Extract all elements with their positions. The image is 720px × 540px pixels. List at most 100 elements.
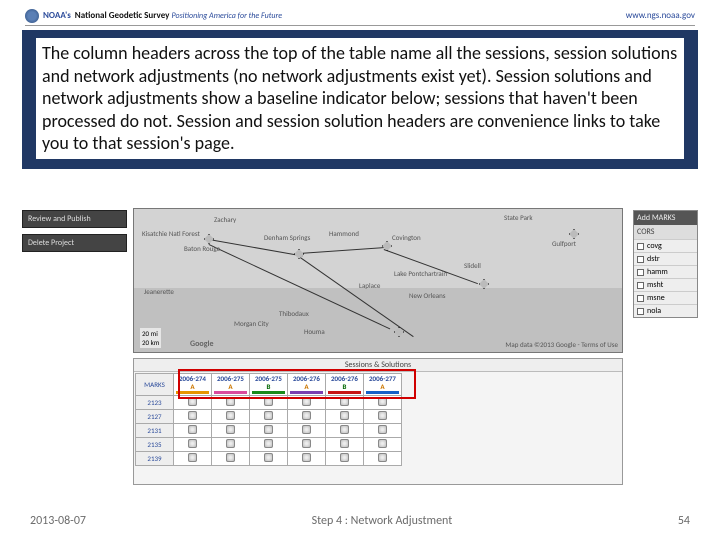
- session-cell[interactable]: [326, 452, 364, 466]
- processing-icon: [302, 397, 311, 406]
- session-cell[interactable]: [326, 438, 364, 452]
- checkbox-icon[interactable]: [637, 269, 644, 276]
- sessions-table: Sessions & Solutions MARKS2006-274A2006-…: [133, 358, 623, 485]
- cors-item[interactable]: covg: [634, 239, 697, 252]
- processing-icon: [226, 397, 235, 406]
- ngs-title: National Geodetic Survey Positioning Ame…: [75, 10, 282, 21]
- session-cell[interactable]: [250, 424, 288, 438]
- cors-item[interactable]: nola: [634, 304, 697, 317]
- processing-icon: [378, 439, 387, 448]
- session-cell[interactable]: [288, 410, 326, 424]
- processing-icon: [226, 453, 235, 462]
- add-marks-header[interactable]: Add MARKS: [634, 211, 697, 225]
- session-cell[interactable]: [212, 438, 250, 452]
- session-cell[interactable]: [326, 410, 364, 424]
- cors-item[interactable]: msne: [634, 291, 697, 304]
- map-scale: 20 mi 20 km: [140, 328, 161, 348]
- session-cell[interactable]: [212, 410, 250, 424]
- session-header[interactable]: 2006-276B: [326, 374, 364, 396]
- delete-project-button[interactable]: Delete Project: [22, 234, 127, 252]
- noaa-logo-icon: [25, 9, 39, 23]
- processing-icon: [226, 411, 235, 420]
- slide-footer: 2013-08-07 Step 4 : Network Adjustment 5…: [0, 514, 720, 528]
- cors-item[interactable]: dstr: [634, 252, 697, 265]
- session-cell[interactable]: [174, 452, 212, 466]
- footer-date: 2013-08-07: [30, 514, 86, 528]
- session-cell[interactable]: [326, 396, 364, 410]
- mark-id[interactable]: 2135: [136, 438, 174, 452]
- right-sidebar: Add MARKS CORS covgdstrhammmshtmsnenola: [633, 210, 698, 318]
- review-publish-button[interactable]: Review and Publish: [22, 210, 127, 228]
- processing-icon: [226, 425, 235, 434]
- checkbox-icon[interactable]: [637, 282, 644, 289]
- processing-icon: [226, 439, 235, 448]
- mark-id[interactable]: 2123: [136, 396, 174, 410]
- processing-icon: [264, 397, 273, 406]
- mark-id[interactable]: 2131: [136, 424, 174, 438]
- session-cell[interactable]: [364, 452, 402, 466]
- checkbox-icon[interactable]: [637, 295, 644, 302]
- marks-header: MARKS: [136, 374, 174, 396]
- processing-icon: [264, 439, 273, 448]
- session-cell[interactable]: [212, 424, 250, 438]
- session-header[interactable]: 2006-274A: [174, 374, 212, 396]
- checkbox-icon[interactable]: [637, 256, 644, 263]
- sessions-title: Sessions & Solutions: [134, 359, 622, 372]
- session-cell[interactable]: [364, 396, 402, 410]
- session-cell[interactable]: [326, 424, 364, 438]
- processing-icon: [340, 425, 349, 434]
- processing-icon: [264, 411, 273, 420]
- map-area[interactable]: Zachary Baton Rouge Denham Springs Hammo…: [133, 208, 623, 353]
- session-cell[interactable]: [364, 438, 402, 452]
- session-header[interactable]: 2006-276A: [288, 374, 326, 396]
- session-cell[interactable]: [174, 438, 212, 452]
- session-cell[interactable]: [212, 396, 250, 410]
- mark-id[interactable]: 2127: [136, 410, 174, 424]
- checkbox-icon[interactable]: [637, 308, 644, 315]
- session-cell[interactable]: [250, 438, 288, 452]
- processing-icon: [188, 411, 197, 420]
- processing-icon: [264, 453, 273, 462]
- session-header[interactable]: 2006-275B: [250, 374, 288, 396]
- session-cell[interactable]: [212, 452, 250, 466]
- session-cell[interactable]: [250, 452, 288, 466]
- session-cell[interactable]: [174, 424, 212, 438]
- session-cell[interactable]: [364, 410, 402, 424]
- processing-icon: [264, 425, 273, 434]
- session-header[interactable]: 2006-275A: [212, 374, 250, 396]
- session-cell[interactable]: [364, 424, 402, 438]
- footer-page: 54: [678, 514, 690, 528]
- processing-icon: [188, 397, 197, 406]
- footer-step: Step 4 : Network Adjustment: [312, 514, 453, 528]
- processing-icon: [302, 439, 311, 448]
- cors-item[interactable]: msht: [634, 278, 697, 291]
- callout-text: The column headers across the top of the…: [36, 38, 684, 159]
- session-cell[interactable]: [250, 410, 288, 424]
- processing-icon: [378, 425, 387, 434]
- header-url[interactable]: www.ngs.noaa.gov: [626, 10, 695, 21]
- session-cell[interactable]: [174, 410, 212, 424]
- processing-icon: [340, 411, 349, 420]
- processing-icon: [340, 397, 349, 406]
- processing-icon: [302, 425, 311, 434]
- session-cell[interactable]: [288, 438, 326, 452]
- session-cell[interactable]: [174, 396, 212, 410]
- cors-label: CORS: [634, 225, 697, 239]
- processing-icon: [302, 411, 311, 420]
- session-cell[interactable]: [288, 452, 326, 466]
- session-cell[interactable]: [288, 424, 326, 438]
- mark-id[interactable]: 2139: [136, 452, 174, 466]
- noaa-header: NOAA's National Geodetic Survey Position…: [25, 6, 695, 26]
- processing-icon: [188, 425, 197, 434]
- noaas-label: NOAA's: [43, 10, 71, 21]
- session-cell[interactable]: [250, 396, 288, 410]
- processing-icon: [340, 439, 349, 448]
- session-cell[interactable]: [288, 396, 326, 410]
- callout-box: The column headers across the top of the…: [22, 30, 698, 169]
- processing-icon: [302, 453, 311, 462]
- map-credit: Map data ©2013 Google - Terms of Use: [505, 340, 618, 349]
- left-sidebar: Review and Publish Delete Project: [22, 210, 127, 255]
- cors-item[interactable]: hamm: [634, 265, 697, 278]
- session-header[interactable]: 2006-277A: [364, 374, 402, 396]
- checkbox-icon[interactable]: [637, 243, 644, 250]
